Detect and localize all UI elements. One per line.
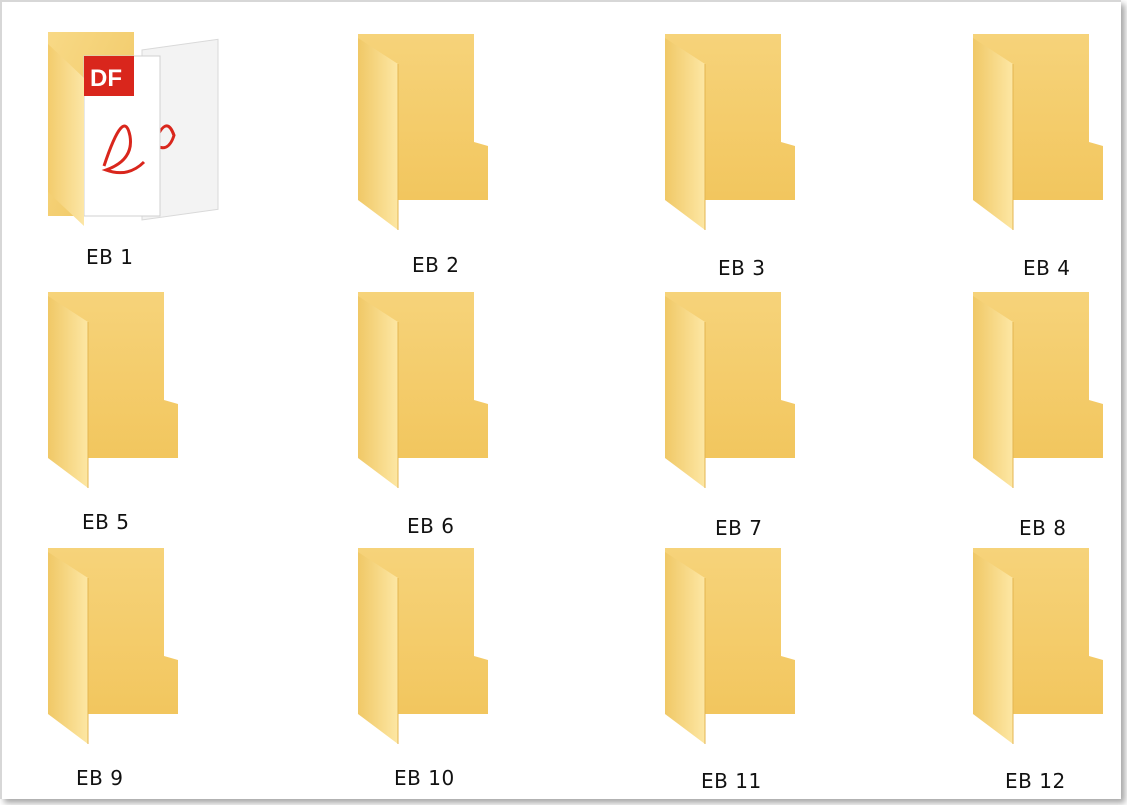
folder-label: EB 7 — [715, 516, 763, 540]
folder-item-eb3[interactable]: EB 3 — [659, 30, 849, 280]
folder-label: EB 3 — [718, 256, 766, 280]
pdf-badge-text: DF — [90, 65, 122, 92]
folder-icon — [665, 548, 795, 744]
folder-icon — [48, 548, 178, 744]
folder-icon — [973, 548, 1103, 744]
folder-item-eb5[interactable]: EB 5 — [42, 288, 232, 538]
folder-label: EB 5 — [82, 510, 130, 534]
folder-label: EB 8 — [1019, 516, 1067, 540]
folder-icon — [665, 34, 795, 230]
folder-label: EB 9 — [76, 766, 124, 790]
folder-label: EB 12 — [1005, 769, 1066, 793]
folder-item-eb10[interactable]: EB 10 — [352, 544, 542, 794]
folder-view-panel: DF EB 1 EB 2 EB 3 EB 4 EB 5 EB 6 EB 7 EB… — [0, 0, 1121, 799]
folder-item-eb6[interactable]: EB 6 — [352, 288, 542, 538]
folder-label: EB 1 — [86, 245, 134, 269]
folder-item-eb2[interactable]: EB 2 — [352, 30, 542, 280]
folder-item-eb9[interactable]: EB 9 — [42, 544, 232, 794]
folder-label: EB 2 — [412, 253, 460, 277]
folder-item-eb1[interactable]: DF EB 1 — [42, 26, 232, 276]
folder-label: EB 10 — [394, 766, 455, 790]
folder-icon — [973, 34, 1103, 230]
folder-label: EB 6 — [407, 514, 455, 538]
folder-icon — [973, 292, 1103, 488]
folder-label: EB 11 — [701, 769, 762, 793]
folder-label: EB 4 — [1023, 256, 1071, 280]
folder-icon — [665, 292, 795, 488]
folder-item-eb11[interactable]: EB 11 — [659, 544, 849, 794]
folder-icon — [358, 548, 488, 744]
folder-icon — [48, 292, 178, 488]
folder-item-eb7[interactable]: EB 7 — [659, 288, 849, 540]
folder-item-eb4[interactable]: EB 4 — [967, 30, 1127, 280]
pdf-folder-icon: DF — [48, 32, 219, 226]
folder-item-eb12[interactable]: EB 12 — [967, 544, 1127, 794]
folder-icon — [358, 292, 488, 488]
folder-item-eb8[interactable]: EB 8 — [967, 288, 1127, 540]
folder-icon — [358, 34, 488, 230]
